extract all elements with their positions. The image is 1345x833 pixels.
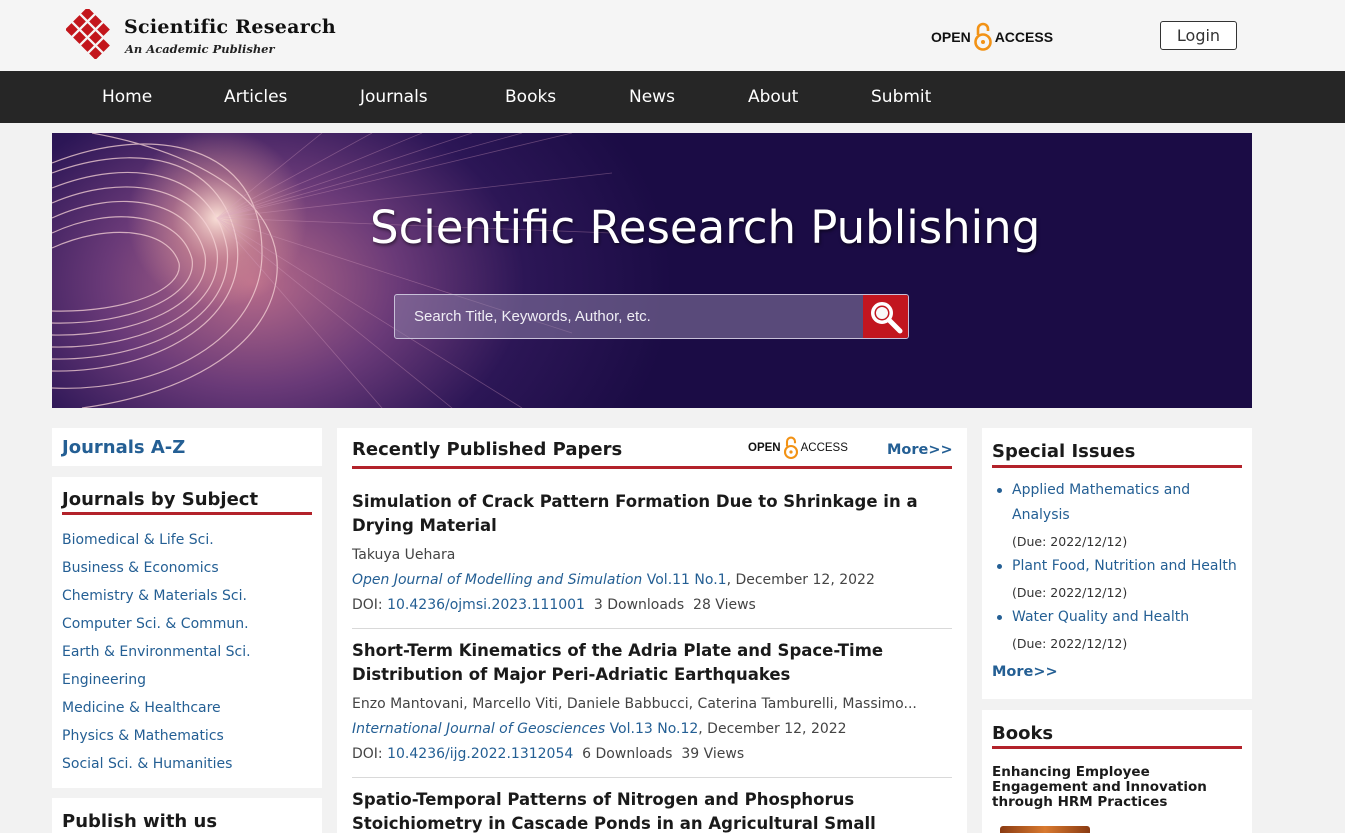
nav-about[interactable]: About xyxy=(748,71,798,123)
open-lock-icon xyxy=(783,436,798,460)
special-issue-link[interactable]: Plant Food, Nutrition and Health xyxy=(1012,554,1247,579)
paper-citation: Open Journal of Modelling and Simulation… xyxy=(352,572,875,588)
subject-link[interactable]: Chemistry & Materials Sci. xyxy=(62,588,247,604)
recent-papers-title: Recently Published Papers xyxy=(352,439,623,460)
subject-link[interactable]: Physics & Mathematics xyxy=(62,728,224,744)
special-issues-title: Special Issues xyxy=(992,441,1136,462)
journal-link[interactable]: Open Journal of Modelling and Simulation xyxy=(352,572,642,588)
paper-citation: International Journal of Geosciences Vol… xyxy=(352,721,847,737)
paper-authors: Enzo Mantovani, Marcello Viti, Daniele B… xyxy=(352,696,917,712)
special-issue-due: (Due: 2022/12/12) xyxy=(1012,636,1128,651)
paper-doi-row: DOI: 10.4236/ojmsi.2023.111001 3 Downloa… xyxy=(352,597,756,613)
recent-papers-panel: Recently Published Papers OPEN ACCESS Mo… xyxy=(337,428,967,833)
subject-link[interactable]: Engineering xyxy=(62,672,146,688)
doi-link[interactable]: 10.4236/ijg.2022.1312054 xyxy=(387,746,573,762)
paper-divider xyxy=(352,628,952,629)
search-input[interactable] xyxy=(395,295,863,338)
subject-link[interactable]: Social Sci. & Humanities xyxy=(62,756,232,772)
paper-date: , December 12, 2022 xyxy=(726,572,875,588)
nav-journals[interactable]: Journals xyxy=(360,71,428,123)
journal-link[interactable]: International Journal of Geosciences xyxy=(352,721,605,737)
bullet-icon xyxy=(997,564,1002,569)
books-panel: Books Enhancing Employee Engagement and … xyxy=(982,710,1252,833)
view-count: 28 Views xyxy=(693,597,756,613)
open-access-badge: OPEN ACCESS xyxy=(931,22,1053,52)
nav-books[interactable]: Books xyxy=(505,71,556,123)
doi-link[interactable]: 10.4236/ojmsi.2023.111001 xyxy=(387,597,585,613)
title-rule xyxy=(352,466,952,469)
subject-link[interactable]: Business & Economics xyxy=(62,560,219,576)
main-nav: Home Articles Journals Books News About … xyxy=(0,71,1345,123)
download-count: 6 Downloads xyxy=(582,746,673,762)
paper-date: , December 12, 2022 xyxy=(698,721,847,737)
open-access-left: OPEN xyxy=(931,29,971,45)
bullet-icon xyxy=(997,488,1002,493)
special-issue-due: (Due: 2022/12/12) xyxy=(1012,585,1128,600)
nav-news[interactable]: News xyxy=(629,71,675,123)
volume-link[interactable]: Vol.13 No.12 xyxy=(610,721,699,737)
search-bar xyxy=(394,294,909,339)
paper-title[interactable]: Spatio-Temporal Patterns of Nitrogen and… xyxy=(352,788,932,833)
logo-icon[interactable] xyxy=(66,9,112,59)
special-issue-due: (Due: 2022/12/12) xyxy=(1012,534,1128,549)
search-button[interactable] xyxy=(863,295,908,338)
title-rule xyxy=(992,746,1242,749)
subject-link[interactable]: Computer Sci. & Commun. xyxy=(62,616,249,632)
paper-authors: Takuya Uehara xyxy=(352,547,456,563)
special-issue-link[interactable]: Applied Mathematics and Analysis xyxy=(1012,478,1227,528)
subject-link[interactable]: Medicine & Healthcare xyxy=(62,700,221,716)
title-rule xyxy=(62,512,312,515)
download-count: 3 Downloads xyxy=(593,597,685,613)
logo-title[interactable]: Scientific Research xyxy=(124,16,336,38)
book-title-link[interactable]: Enhancing Employee Engagement and Innova… xyxy=(992,765,1232,810)
view-count: 39 Views xyxy=(681,746,745,762)
open-lock-icon xyxy=(973,22,992,51)
doi-label: DOI: xyxy=(352,746,383,762)
publish-title: Publish with us xyxy=(62,811,218,832)
volume-link[interactable]: Vol.11 No.1 xyxy=(647,572,727,588)
bullet-icon xyxy=(997,615,1002,620)
search-icon xyxy=(870,301,902,333)
journals-by-subject-title: Journals by Subject xyxy=(62,489,259,510)
book-cover[interactable] xyxy=(1000,826,1090,833)
journals-az-link[interactable]: Journals A-Z xyxy=(62,437,185,458)
paper-divider xyxy=(352,777,952,778)
doi-label: DOI: xyxy=(352,597,383,613)
logo-subtitle: An Academic Publisher xyxy=(125,42,275,56)
open-access-right: ACCESS xyxy=(994,29,1054,45)
publish-panel: Publish with us xyxy=(52,798,322,833)
open-access-left: OPEN xyxy=(748,442,781,454)
site-header: Scientific Research An Academic Publishe… xyxy=(0,0,1345,71)
special-issue-link[interactable]: Water Quality and Health xyxy=(1012,605,1247,630)
more-papers-link[interactable]: More>> xyxy=(887,442,953,458)
open-access-right: ACCESS xyxy=(800,442,848,454)
journals-by-subject-panel: Journals by Subject Biomedical & Life Sc… xyxy=(52,477,322,788)
special-issues-panel: Special Issues Applied Mathematics and A… xyxy=(982,428,1252,699)
nav-submit[interactable]: Submit xyxy=(871,71,931,123)
swirl-graphic xyxy=(52,133,613,408)
hero-banner: Scientific Research Publishing xyxy=(52,133,1252,408)
books-title: Books xyxy=(992,723,1054,744)
subject-link[interactable]: Biomedical & Life Sci. xyxy=(62,532,214,548)
title-rule xyxy=(992,465,1242,468)
subject-link[interactable]: Earth & Environmental Sci. xyxy=(62,644,251,660)
open-access-badge: OPEN ACCESS xyxy=(748,436,848,460)
paper-title[interactable]: Simulation of Crack Pattern Formation Du… xyxy=(352,490,932,538)
nav-home[interactable]: Home xyxy=(102,71,152,123)
nav-articles[interactable]: Articles xyxy=(224,71,287,123)
paper-doi-row: DOI: 10.4236/ijg.2022.1312054 6 Download… xyxy=(352,746,744,762)
journals-az-panel: Journals A-Z xyxy=(52,428,322,466)
hero-title: Scientific Research Publishing xyxy=(370,201,1041,254)
more-special-issues-link[interactable]: More>> xyxy=(992,664,1058,680)
paper-title[interactable]: Short-Term Kinematics of the Adria Plate… xyxy=(352,639,932,687)
login-button[interactable]: Login xyxy=(1160,21,1237,50)
